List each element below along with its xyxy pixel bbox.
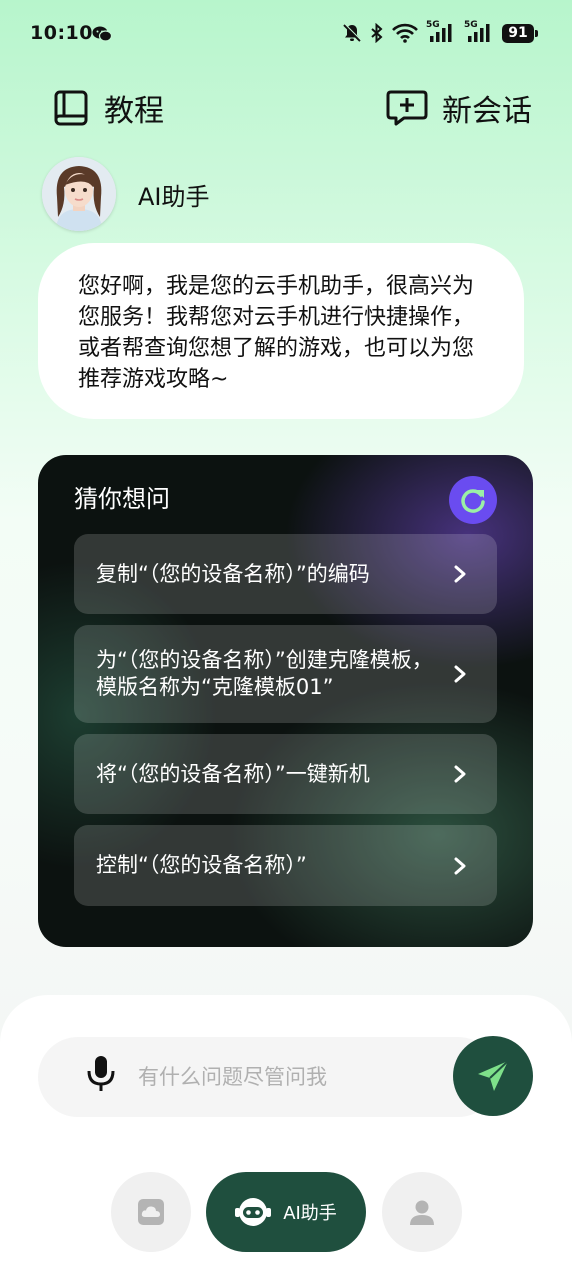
suggestion-text: 复制“（您的设备名称）”的编码: [96, 561, 370, 586]
tutorial-button[interactable]: 教程: [52, 86, 164, 130]
battery-icon: 91: [502, 23, 538, 43]
assistant-header: AI助手: [42, 157, 210, 231]
book-icon: [54, 90, 88, 126]
mute-bell-icon: [343, 23, 362, 42]
chevron-right-icon: [454, 765, 466, 783]
greeting-bubble: 您好啊，我是您的云手机助手，很高兴为您服务！我帮您对云手机进行快捷操作，或者帮查…: [38, 243, 524, 419]
nav-ai-label: AI助手: [283, 1203, 337, 1224]
nav-profile[interactable]: [382, 1172, 462, 1252]
signal-5g-icon: 5G: [426, 20, 456, 44]
chevron-right-icon: [454, 857, 466, 874]
chat-input[interactable]: [136, 1056, 440, 1098]
signal-5g-icon: 5G: [464, 20, 494, 44]
top-bar: 教程 新会话: [0, 78, 572, 138]
chevron-right-icon: [454, 665, 466, 683]
nav-cloud-phone[interactable]: [111, 1172, 191, 1252]
suggestion-text: 将“（您的设备名称）”一键新机: [96, 761, 370, 786]
suggestion-item[interactable]: 将“（您的设备名称）”一键新机: [74, 734, 497, 814]
tutorial-label: 教程: [104, 94, 164, 129]
send-icon: [478, 1060, 509, 1091]
user-icon: [410, 1200, 434, 1225]
suggestion-item[interactable]: 控制“（您的设备名称）”: [74, 825, 497, 906]
nav-ai-assistant[interactable]: AI助手: [206, 1172, 366, 1252]
send-button[interactable]: [453, 1036, 533, 1116]
bluetooth-icon: [371, 23, 383, 43]
suggestion-item[interactable]: 复制“（您的设备名称）”的编码: [74, 534, 497, 614]
wifi-icon: [392, 23, 418, 43]
avatar: [42, 157, 116, 231]
new-chat-label: 新会话: [442, 94, 532, 129]
greeting-text: 您好啊，我是您的云手机助手，很高兴为您服务！我帮您对云手机进行快捷操作，或者帮查…: [78, 274, 475, 392]
wechat-icon: [92, 26, 112, 42]
suggestion-text: 为“（您的设备名称）”创建克隆模板，模版名称为“克隆模板01”: [96, 648, 433, 699]
status-time: 10:10: [30, 22, 93, 44]
chevron-right-icon: [454, 565, 466, 583]
new-chat-icon: [386, 90, 428, 126]
assistant-name: AI助手: [138, 182, 210, 211]
microphone-icon[interactable]: [84, 1054, 118, 1094]
suggestion-text: 控制“（您的设备名称）”: [96, 853, 307, 877]
suggestions-card: 猜你想问 复制“（您的设备名称）”的编码 为“（您的设备名称）”创建克隆模板，模…: [38, 455, 533, 947]
refresh-icon: [461, 489, 485, 513]
status-icons: 5G 5G 91: [342, 20, 538, 44]
new-chat-button[interactable]: 新会话: [386, 86, 532, 130]
suggestion-item[interactable]: 为“（您的设备名称）”创建克隆模板，模版名称为“克隆模板01”: [74, 625, 497, 723]
robot-icon: [235, 1198, 272, 1226]
suggestions-title: 猜你想问: [74, 485, 170, 513]
refresh-button[interactable]: [449, 476, 497, 524]
cloud-icon: [138, 1199, 164, 1225]
status-bar: 10:10 5G 5G 91: [0, 0, 572, 68]
battery-level: 91: [508, 25, 528, 41]
